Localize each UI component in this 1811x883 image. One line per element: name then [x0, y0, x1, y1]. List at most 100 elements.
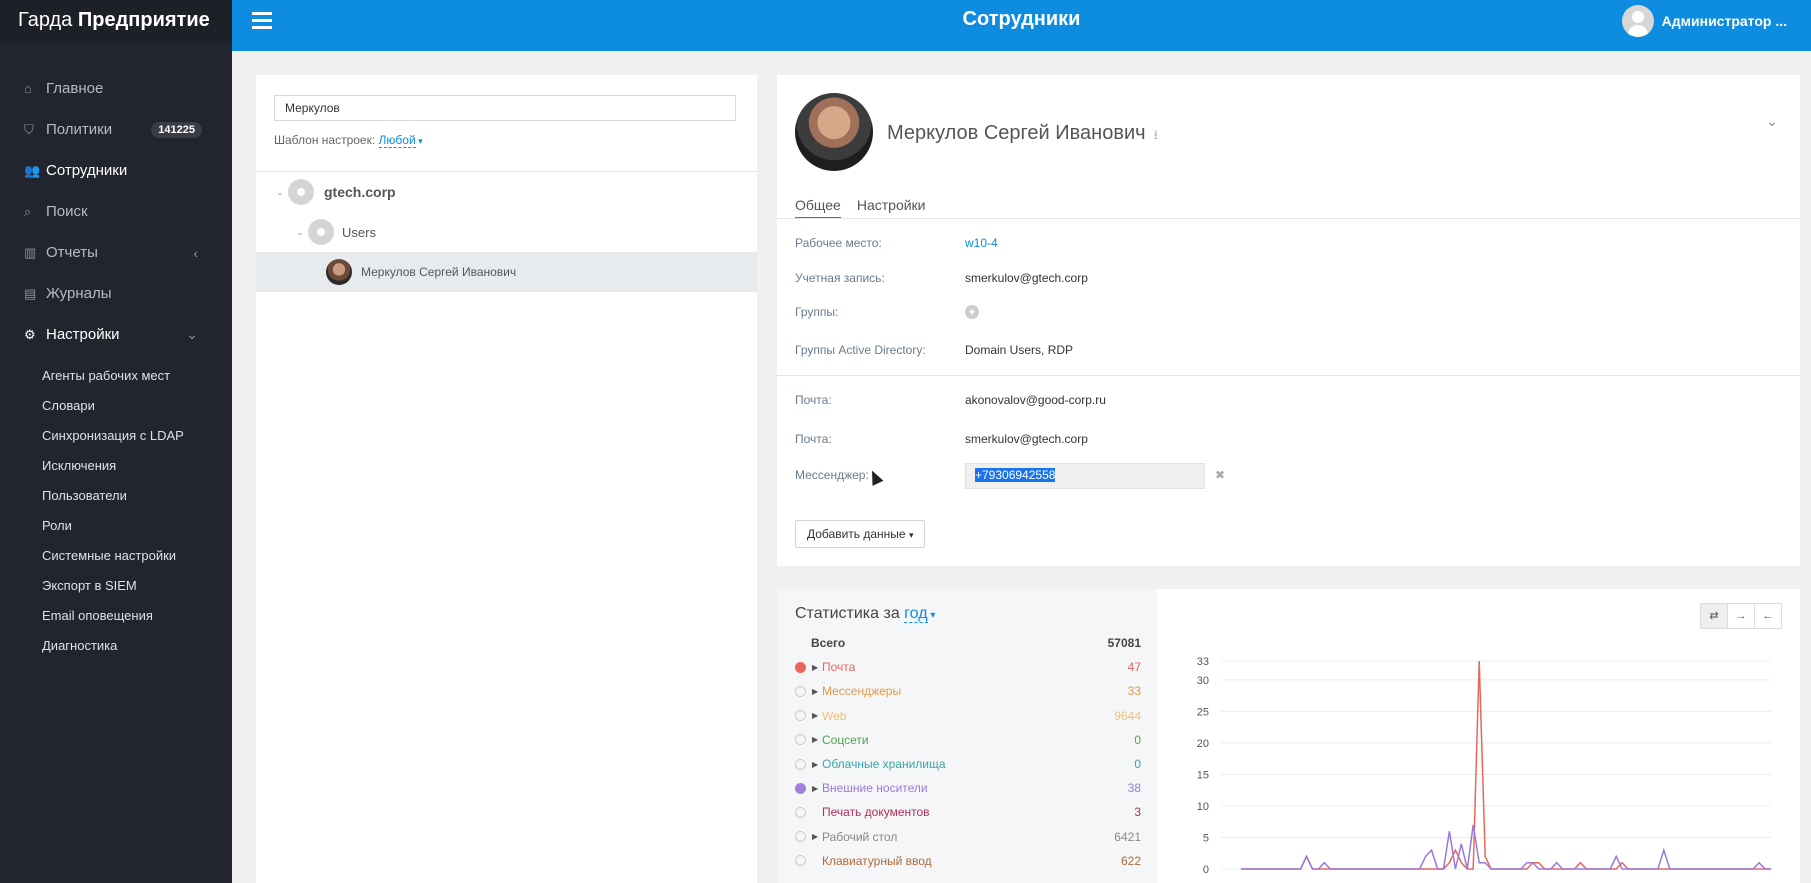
chart-toolbar-button[interactable]: → — [1727, 603, 1755, 629]
statistics-title: Статистика за год ▾ — [795, 605, 935, 623]
field-value: Domain Users, RDP — [965, 343, 1074, 357]
period-dropdown[interactable]: год — [904, 605, 928, 623]
org-tree: ⌄ gtech.corp ⌄ Users Меркулов Сергей Ива… — [256, 171, 757, 292]
settings-subitem[interactable]: Синхронизация с LDAP — [0, 421, 232, 451]
field-label: Учетная запись: — [795, 271, 885, 285]
settings-subitem[interactable]: Агенты рабочих мест — [0, 361, 232, 391]
stats-row[interactable]: ▶ Web 9644 — [795, 704, 1141, 728]
stats-row[interactable]: Клавиатурный ввод 622 — [795, 849, 1141, 873]
add-group-icon[interactable]: + — [965, 305, 979, 319]
sidebar-item-label: Журналы — [46, 285, 112, 302]
sidebar-item-label: Главное — [46, 80, 104, 97]
stats-row[interactable]: ▶ Мессенджеры 33 — [795, 679, 1141, 703]
tab-general[interactable]: Общее — [795, 197, 841, 219]
stats-row[interactable]: ▶ Облачные хранилища 0 — [795, 752, 1141, 776]
person-avatar — [326, 259, 352, 285]
expand-arrow-icon[interactable]: ▶ — [812, 832, 822, 841]
expand-arrow-icon[interactable]: ▶ — [812, 735, 822, 744]
stats-row[interactable]: ▶ Рабочий стол 6421 — [795, 825, 1141, 849]
stats-row[interactable]: ▶ Соцсети 0 — [795, 728, 1141, 752]
series-toggle-dot[interactable] — [795, 831, 806, 843]
group-icon — [308, 219, 334, 245]
field-value: smerkulov@gtech.corp — [965, 271, 1088, 285]
expand-arrow-icon[interactable]: ▶ — [812, 663, 822, 672]
home-icon: ⌂ — [24, 81, 32, 96]
expand-arrow-icon[interactable]: ▶ — [812, 784, 822, 793]
settings-subitem[interactable]: Диагностика — [0, 631, 232, 661]
chart-toolbar-button[interactable]: ← — [1754, 603, 1782, 629]
sidebar-item-0[interactable]: ⌂ Главное — [0, 68, 232, 109]
user-menu[interactable]: Администратор ... — [1621, 5, 1787, 37]
sidebar-item-5[interactable]: ▤ Журналы — [0, 273, 232, 314]
series-toggle-dot[interactable] — [795, 855, 806, 867]
series-toggle-dot[interactable] — [795, 758, 806, 770]
tab-settings[interactable]: Настройки — [857, 197, 926, 217]
stats-category: Рабочий стол — [822, 829, 898, 844]
chevron-down-icon[interactable]: ⌄ — [296, 227, 304, 238]
settings-subitem[interactable]: Системные настройки — [0, 541, 232, 571]
sidebar-item-label: Настройки — [46, 326, 120, 343]
y-tick-label: 33 — [1197, 656, 1209, 668]
series-toggle-dot[interactable] — [795, 782, 806, 794]
sidebar-item-label: Сотрудники — [46, 162, 128, 179]
add-data-button[interactable]: Добавить данные ▾ — [795, 520, 926, 548]
remove-icon[interactable]: ✖ — [1215, 468, 1225, 482]
stats-count: 6421 — [1114, 829, 1141, 844]
expand-arrow-icon[interactable]: ▶ — [812, 687, 822, 696]
sidebar-item-6[interactable]: ⚙ Настройки ⌄ — [0, 314, 232, 355]
caret-down-icon[interactable]: ▾ — [928, 610, 935, 621]
employee-search-input[interactable] — [274, 95, 736, 121]
tree-node-person[interactable]: Меркулов Сергей Иванович — [256, 252, 757, 292]
settings-subitem[interactable]: Пользователи — [0, 481, 232, 511]
settings-subitem[interactable]: Экспорт в SIEM — [0, 571, 232, 601]
stats-category: Соцсети — [822, 732, 869, 747]
settings-subitem[interactable]: Email оповещения — [0, 601, 232, 631]
stats-row[interactable]: ▶ Внешние носители 38 — [795, 776, 1141, 800]
chart-toolbar-button[interactable]: ⇄ — [1700, 603, 1728, 629]
top-header: Сотрудники Администратор ... — [232, 0, 1811, 51]
series-toggle-dot[interactable] — [795, 685, 806, 697]
sidebar-item-2[interactable]: 👥 Сотрудники — [0, 150, 232, 191]
tree-node-label: Меркулов Сергей Иванович — [361, 265, 517, 279]
tree-node-group[interactable]: ⌄ Users — [256, 212, 757, 252]
ad-groups-row: Группы Active Directory: Domain Users, RD… — [795, 343, 1073, 357]
sidebar-item-4[interactable]: ▥ Отчеты ‹ — [0, 232, 232, 273]
expand-arrow-icon[interactable]: ▶ — [812, 711, 822, 720]
groups-row: Группы: + — [795, 305, 979, 319]
brand-bold: Предприятие — [77, 9, 210, 31]
series-toggle-dot[interactable] — [795, 710, 806, 722]
user-avatar-icon — [1621, 5, 1654, 37]
stats-row[interactable]: Печать документов 3 — [795, 800, 1141, 824]
tree-node-domain[interactable]: ⌄ gtech.corp — [256, 172, 757, 212]
template-dropdown[interactable]: Любой — [378, 133, 416, 148]
messenger-input[interactable]: +79306942558 — [965, 463, 1205, 489]
settings-subitem[interactable]: Роли — [0, 511, 232, 541]
caret-down-icon[interactable]: ▾ — [416, 136, 423, 146]
stats-count: 622 — [1120, 853, 1141, 868]
series-toggle-dot[interactable] — [795, 734, 806, 746]
sidebar-item-label: Политики — [46, 121, 113, 138]
stats-category: Почта — [822, 660, 856, 675]
sidebar-item-3[interactable]: ⌕ Поиск — [0, 191, 232, 232]
y-tick-label: 10 — [1197, 801, 1209, 813]
brand-logo[interactable]: Гарда Предприятие — [0, 0, 232, 44]
stats-count: 9644 — [1114, 708, 1141, 723]
y-tick-label: 0 — [1203, 864, 1209, 876]
series-toggle-dot[interactable] — [795, 661, 806, 673]
search-icon: ⌕ — [24, 203, 32, 219]
stats-row[interactable]: ▶ Почта 47 — [795, 655, 1141, 679]
series-line — [1241, 824, 1771, 870]
download-icon[interactable]: ⭳ — [1154, 127, 1159, 142]
stats-row[interactable]: Всего 57081 — [795, 631, 1141, 655]
settings-subitem[interactable]: Исключения — [0, 451, 232, 481]
chevron-down-icon[interactable]: ⌄ — [276, 187, 284, 198]
stats-count: 47 — [1127, 660, 1141, 675]
shield-icon: ⛉ — [24, 121, 34, 137]
collapse-chevron-icon[interactable]: ⌄ — [1766, 113, 1778, 130]
expand-arrow-icon[interactable]: ▶ — [812, 760, 822, 769]
sidebar-item-1[interactable]: ⛉ Политики 141225 — [0, 109, 232, 150]
workplace-link[interactable]: w10-4 — [965, 236, 998, 250]
sidebar-item-label: Отчеты — [46, 244, 98, 261]
settings-subitem[interactable]: Словари — [0, 391, 232, 421]
series-toggle-dot[interactable] — [795, 806, 806, 818]
